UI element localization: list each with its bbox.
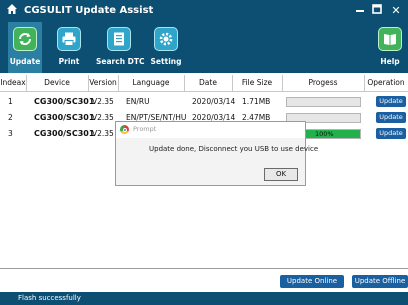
update-label: Update bbox=[9, 57, 41, 66]
minimize-icon[interactable] bbox=[352, 3, 368, 19]
status-bar: Flash successfully bbox=[0, 292, 408, 305]
ok-button[interactable]: OK bbox=[264, 168, 298, 181]
print-button[interactable]: Print bbox=[50, 22, 88, 73]
app-window: CGSULIT Update Assist ✕ Update Print Sea bbox=[0, 0, 408, 305]
prompt-dialog: Prompt Update done, Disconnect you USB t… bbox=[115, 121, 318, 186]
maximize-icon[interactable] bbox=[369, 3, 385, 19]
gear-icon bbox=[154, 27, 178, 51]
row-progress-bar bbox=[286, 97, 361, 107]
print-label: Print bbox=[58, 57, 80, 66]
setting-button[interactable]: Setting bbox=[148, 22, 184, 73]
row-index: 1 bbox=[8, 97, 13, 106]
table-header: Indeax Device Version Language Date File… bbox=[0, 75, 408, 92]
header-file-size: File Size bbox=[241, 78, 273, 87]
row-update-button[interactable]: Update bbox=[376, 112, 406, 123]
row-version: V2.35 bbox=[92, 97, 114, 106]
update-button[interactable]: Update bbox=[8, 22, 42, 73]
printer-icon bbox=[57, 27, 81, 51]
search-dtc-button[interactable]: Search DTC bbox=[96, 22, 145, 73]
dialog-header: Prompt bbox=[116, 122, 305, 138]
help-label: Help bbox=[380, 57, 400, 66]
status-text: Flash successfully bbox=[18, 294, 81, 302]
header-date: Date bbox=[199, 78, 217, 87]
dialog-title: Prompt bbox=[133, 125, 157, 133]
header-progress: Progess bbox=[308, 78, 338, 87]
close-icon[interactable]: ✕ bbox=[388, 3, 404, 19]
sync-icon bbox=[13, 27, 37, 51]
header-language: Language bbox=[132, 78, 170, 87]
home-icon[interactable] bbox=[6, 3, 18, 20]
row-device: CG300/SC301 bbox=[34, 113, 95, 122]
row-device: CG300/SC301 bbox=[34, 129, 95, 138]
search-dtc-label: Search DTC bbox=[96, 57, 145, 66]
header-device: Device bbox=[44, 78, 70, 87]
header-version: Version bbox=[89, 78, 117, 87]
progress-label: 100% bbox=[315, 130, 334, 138]
dialog-message: Update done, Disconnect you USB to use d… bbox=[149, 145, 319, 153]
row-file-size: 1.71MB bbox=[242, 97, 271, 106]
row-update-button[interactable]: Update bbox=[376, 128, 406, 139]
table-row[interactable]: 1 CG300/SC301 V2.35 EN/RU 2020/03/14 1.7… bbox=[0, 94, 408, 110]
help-book-icon bbox=[378, 27, 402, 51]
window-title: CGSULIT Update Assist bbox=[24, 5, 154, 16]
title-bar: CGSULIT Update Assist ✕ bbox=[0, 0, 408, 22]
setting-label: Setting bbox=[150, 57, 182, 66]
row-date: 2020/03/14 bbox=[192, 97, 236, 106]
toolbar: Update Print Search DTC Setting Help bbox=[0, 22, 408, 73]
help-button[interactable]: Help bbox=[376, 22, 404, 73]
row-index: 3 bbox=[8, 129, 13, 138]
update-online-button[interactable]: Update Online bbox=[280, 275, 344, 288]
app-logo-icon bbox=[120, 125, 129, 134]
header-operation: Operation bbox=[367, 78, 405, 87]
header-index: Indeax bbox=[0, 78, 26, 87]
bottom-bar: Update Online Update Offline bbox=[0, 268, 408, 293]
row-language: EN/RU bbox=[126, 97, 150, 106]
document-icon bbox=[107, 27, 131, 51]
row-update-button[interactable]: Update bbox=[376, 96, 406, 107]
row-index: 2 bbox=[8, 113, 13, 122]
update-offline-button[interactable]: Update Offline bbox=[352, 275, 408, 288]
row-device: CG300/SC301 bbox=[34, 97, 95, 106]
